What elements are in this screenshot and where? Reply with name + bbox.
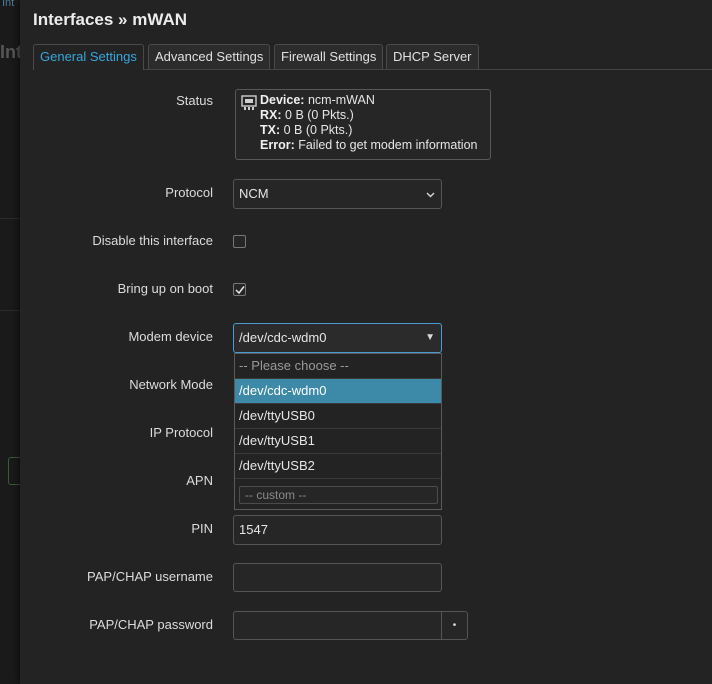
checkmark-icon bbox=[235, 286, 245, 295]
custom-value-input[interactable]: -- custom -- bbox=[239, 486, 438, 504]
modem-device-label: Modem device bbox=[128, 329, 213, 344]
bring-up-on-boot-checkbox[interactable] bbox=[233, 283, 246, 296]
apn-label: APN bbox=[186, 473, 213, 488]
background-breadcrumb: Int bbox=[2, 0, 15, 9]
dropdown-option-please-choose[interactable]: -- Please choose -- bbox=[235, 354, 441, 379]
protocol-label: Protocol bbox=[165, 185, 213, 200]
dropdown-option-ttyusb2[interactable]: /dev/ttyUSB2 bbox=[235, 454, 441, 479]
protocol-value: NCM bbox=[239, 186, 269, 201]
pin-label: PIN bbox=[191, 521, 213, 536]
dropdown-option-ttyusb0[interactable]: /dev/ttyUSB0 bbox=[235, 404, 441, 429]
modem-device-select[interactable]: /dev/cdc-wdm0 ▼ bbox=[233, 323, 442, 353]
chevron-down-icon bbox=[426, 181, 435, 209]
ethernet-port-icon bbox=[241, 95, 257, 110]
tab-advanced-settings[interactable]: Advanced Settings bbox=[148, 44, 271, 69]
background-heading: Int bbox=[0, 42, 22, 62]
interface-modal: Interfaces » mWAN General Settings Advan… bbox=[20, 0, 712, 684]
pap-chap-password-label: PAP/CHAP password bbox=[89, 617, 213, 632]
tab-dhcp-server[interactable]: DHCP Server bbox=[386, 44, 479, 69]
tab-firewall-settings[interactable]: Firewall Settings bbox=[274, 44, 384, 69]
tab-bar: General Settings Advanced Settings Firew… bbox=[33, 44, 712, 70]
reveal-password-button[interactable]: • bbox=[441, 611, 468, 640]
disable-interface-label: Disable this interface bbox=[92, 233, 213, 248]
network-mode-label: Network Mode bbox=[129, 377, 213, 392]
tab-general-settings[interactable]: General Settings bbox=[33, 44, 144, 70]
dropdown-option-ttyusb1[interactable]: /dev/ttyUSB1 bbox=[235, 429, 441, 454]
pap-chap-username-label: PAP/CHAP username bbox=[87, 569, 213, 584]
disable-interface-checkbox[interactable] bbox=[233, 235, 246, 248]
modem-device-dropdown: -- Please choose -- /dev/cdc-wdm0 /dev/t… bbox=[234, 353, 442, 510]
protocol-select[interactable]: NCM bbox=[233, 179, 442, 209]
status-tx-line: TX: 0 B (0 Pkts.) bbox=[260, 123, 353, 137]
modem-device-value: /dev/cdc-wdm0 bbox=[239, 330, 327, 345]
bring-up-on-boot-label: Bring up on boot bbox=[117, 281, 213, 296]
status-error-line: Error: Failed to get modem information bbox=[260, 138, 478, 152]
pap-chap-password-group: • bbox=[233, 611, 468, 640]
caret-down-icon: ▼ bbox=[425, 332, 435, 343]
background-page: Int Int bbox=[0, 0, 22, 684]
modal-title: Interfaces » mWAN bbox=[33, 10, 187, 29]
pin-input[interactable]: 1547 bbox=[233, 515, 442, 545]
pap-chap-username-input[interactable] bbox=[233, 563, 442, 592]
pap-chap-password-input[interactable] bbox=[233, 611, 442, 640]
status-label: Status bbox=[176, 93, 213, 108]
background-divider bbox=[0, 310, 20, 311]
background-divider bbox=[0, 218, 20, 219]
dropdown-option-cdc-wdm0[interactable]: /dev/cdc-wdm0 bbox=[235, 379, 441, 404]
status-details: Device: ncm-mWAN RX: 0 B (0 Pkts.) TX: 0… bbox=[260, 93, 477, 153]
ip-protocol-label: IP Protocol bbox=[149, 425, 213, 440]
status-box: Device: ncm-mWAN RX: 0 B (0 Pkts.) TX: 0… bbox=[235, 89, 491, 160]
status-device-line: Device: ncm-mWAN bbox=[260, 93, 375, 107]
status-rx-line: RX: 0 B (0 Pkts.) bbox=[260, 108, 354, 122]
